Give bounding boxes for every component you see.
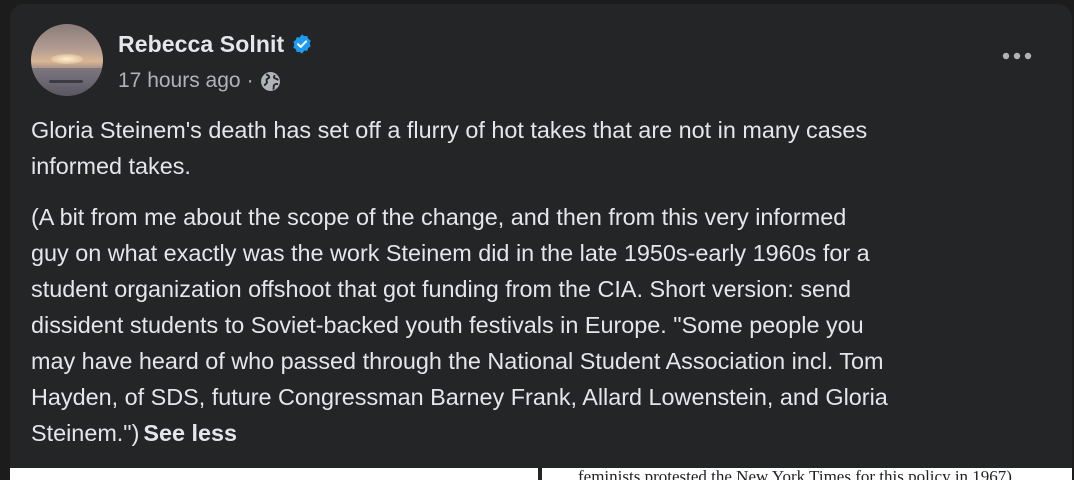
attachment-text: feminists protested the New York Times f… (578, 468, 1012, 480)
globe-icon[interactable] (260, 71, 281, 92)
text-line: (A bit from me about the scope of the ch… (31, 204, 847, 230)
text-line: student organization offshoot that got f… (31, 276, 852, 302)
text-line: Steinem.") (31, 420, 140, 446)
more-options-icon[interactable] (993, 38, 1041, 74)
author-row: Rebecca Solnit (118, 26, 313, 62)
avatar-shore (49, 80, 83, 83)
author-name[interactable]: Rebecca Solnit (118, 31, 284, 58)
attachment-image-right[interactable]: feminists protested the New York Times f… (542, 468, 1072, 480)
text-line: Gloria Steinem's death has set off a flu… (31, 117, 868, 143)
avatar[interactable] (31, 24, 103, 96)
post-meta: 17 hours ago · (118, 66, 281, 96)
meta-separator: · (246, 69, 254, 92)
post-timestamp[interactable]: 17 hours ago (118, 69, 241, 93)
post-text: Gloria Steinem's death has set off a flu… (31, 112, 1051, 451)
verified-badge-icon (291, 33, 313, 55)
avatar-sun (51, 54, 83, 64)
text-line: guy on what exactly was the work Steinem… (31, 240, 870, 266)
text-line: may have heard of who passed through the… (31, 348, 884, 374)
text-line: Hayden, of SDS, future Congressman Barne… (31, 384, 888, 410)
see-less-button[interactable]: See less (143, 420, 237, 446)
attachment-image-left[interactable] (10, 468, 538, 480)
post-paragraph-1: Gloria Steinem's death has set off a flu… (31, 112, 1051, 184)
post-paragraph-2: (A bit from me about the scope of the ch… (31, 199, 1051, 451)
text-line: informed takes. (31, 153, 191, 179)
text-line: dissident students to Soviet-backed yout… (31, 312, 864, 338)
post-card: Rebecca Solnit 17 hours ago · Gloria Ste… (10, 4, 1072, 480)
text-line-last: Steinem.") See less (31, 415, 1051, 451)
